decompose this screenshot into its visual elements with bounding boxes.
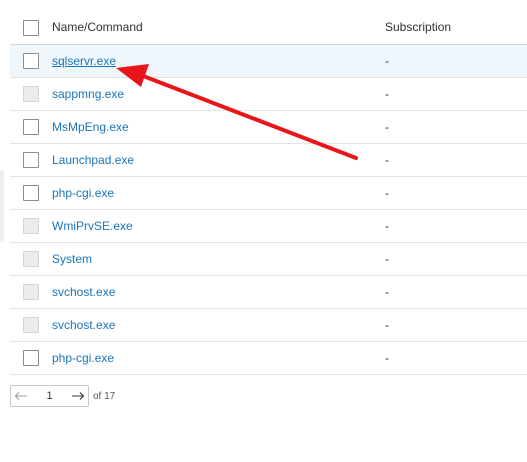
table-row[interactable]: svchost.exe -	[10, 309, 527, 342]
subscription-value: -	[385, 351, 389, 365]
page-count-label: of 17	[93, 390, 116, 402]
table-row[interactable]: System -	[10, 243, 527, 276]
process-name-link[interactable]: Launchpad.exe	[52, 153, 134, 167]
table-row[interactable]: sappmng.exe -	[10, 78, 527, 111]
subscription-value: -	[385, 252, 389, 266]
subscription-value: -	[385, 153, 389, 167]
table-row[interactable]: php-cgi.exe -	[10, 177, 527, 210]
table-row[interactable]: sqlservr.exe -	[10, 45, 527, 78]
process-name-link[interactable]: System	[52, 252, 92, 266]
pagination: of 17	[10, 385, 115, 407]
process-name-link[interactable]: svchost.exe	[52, 318, 115, 332]
column-header-name[interactable]: Name/Command	[52, 20, 143, 34]
process-name-link[interactable]: WmiPrvSE.exe	[52, 219, 133, 233]
row-checkbox	[23, 317, 39, 333]
table-row[interactable]: Launchpad.exe -	[10, 144, 527, 177]
row-checkbox	[23, 218, 39, 234]
process-name-link[interactable]: svchost.exe	[52, 285, 115, 299]
table-row[interactable]: WmiPrvSE.exe -	[10, 210, 527, 243]
process-table-view: Name/Command Subscription sqlservr.exe -…	[0, 0, 527, 462]
subscription-value: -	[385, 186, 389, 200]
subscription-value: -	[385, 219, 389, 233]
row-checkbox[interactable]	[23, 119, 39, 135]
row-checkbox	[23, 86, 39, 102]
subscription-value: -	[385, 54, 389, 68]
row-checkbox	[23, 284, 39, 300]
process-name-link[interactable]: sqlservr.exe	[52, 54, 116, 68]
next-page-button[interactable]	[68, 386, 88, 406]
arrow-left-icon	[14, 392, 27, 400]
subscription-value: -	[385, 120, 389, 134]
prev-page-button[interactable]	[11, 386, 31, 406]
table-body: sqlservr.exe - sappmng.exe - MsMpEng.exe…	[10, 45, 527, 375]
process-name-link[interactable]: php-cgi.exe	[52, 186, 114, 200]
table-row[interactable]: MsMpEng.exe -	[10, 111, 527, 144]
row-checkbox	[23, 251, 39, 267]
row-checkbox[interactable]	[23, 152, 39, 168]
row-checkbox[interactable]	[23, 53, 39, 69]
table-header: Name/Command Subscription	[10, 10, 527, 45]
row-checkbox[interactable]	[23, 350, 39, 366]
process-name-link[interactable]: php-cgi.exe	[52, 351, 114, 365]
arrow-right-icon	[72, 392, 85, 400]
subscription-value: -	[385, 285, 389, 299]
side-panel-handle[interactable]	[0, 170, 4, 242]
subscription-value: -	[385, 87, 389, 101]
page-number-input[interactable]	[31, 386, 68, 406]
column-header-subscription[interactable]: Subscription	[385, 20, 451, 34]
page-navigator	[10, 385, 89, 407]
row-checkbox[interactable]	[23, 185, 39, 201]
process-name-link[interactable]: MsMpEng.exe	[52, 120, 129, 134]
process-name-link[interactable]: sappmng.exe	[52, 87, 124, 101]
select-all-checkbox[interactable]	[23, 20, 39, 36]
subscription-value: -	[385, 318, 389, 332]
table-row[interactable]: svchost.exe -	[10, 276, 527, 309]
table-row[interactable]: php-cgi.exe -	[10, 342, 527, 375]
